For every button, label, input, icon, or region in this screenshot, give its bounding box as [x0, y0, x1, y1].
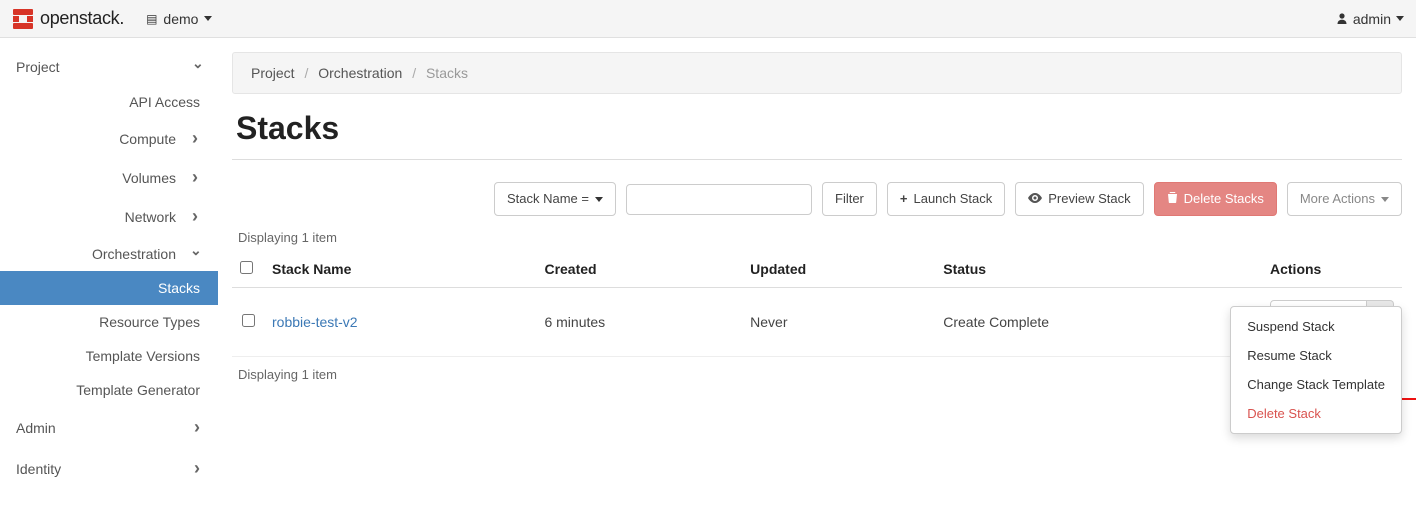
sidebar-item-stacks[interactable]: Stacks — [0, 271, 218, 305]
chevron-right-icon — [190, 167, 200, 188]
sidebar-label: Resource Types — [99, 314, 200, 330]
user-icon — [1336, 11, 1348, 27]
sidebar-label: Admin — [16, 420, 56, 436]
sidebar-item-volumes[interactable]: Volumes — [0, 158, 218, 197]
sidebar-item-resource-types[interactable]: Resource Types — [0, 305, 218, 339]
sidebar-item-network[interactable]: Network — [0, 197, 218, 236]
row-actions-dropdown-menu: Suspend Stack Resume Stack Change Stack … — [1230, 306, 1402, 434]
breadcrumb-orchestration[interactable]: Orchestration — [318, 65, 402, 81]
preview-stack-button[interactable]: Preview Stack — [1015, 182, 1143, 216]
chevron-right-icon — [192, 458, 202, 479]
more-actions-label: More Actions — [1300, 190, 1375, 208]
table-row: robbie-test-v2 6 minutes Never Create Co… — [232, 288, 1402, 357]
toolbar: Stack Name = Filter + Launch Stack Previ… — [232, 182, 1402, 216]
chevron-right-icon — [190, 128, 200, 149]
brand-logo[interactable]: openstack. — [12, 8, 124, 30]
sidebar-label: Network — [125, 209, 176, 225]
page-title: Stacks — [236, 110, 1402, 147]
cell-created: 6 minutes — [536, 288, 742, 357]
delete-stacks-button[interactable]: Delete Stacks — [1154, 182, 1277, 216]
col-actions: Actions — [1262, 251, 1402, 288]
filter-field-label: Stack Name = — [507, 190, 589, 208]
sidebar-item-template-generator[interactable]: Template Generator — [0, 373, 218, 407]
cell-updated: Never — [742, 288, 935, 357]
sidebar-label: Volumes — [122, 170, 176, 186]
sidebar-label: Template Generator — [76, 382, 200, 398]
project-switcher[interactable]: ▤ demo — [146, 11, 212, 27]
displaying-count-bottom: Displaying 1 item — [238, 367, 1402, 382]
sidebar-label: Compute — [119, 131, 176, 147]
sidebar-label: API Access — [129, 94, 200, 110]
sidebar: Project API Access Compute Volumes Netwo… — [0, 38, 218, 489]
stacks-table: Stack Name Created Updated Status Action… — [232, 251, 1402, 357]
displaying-count-top: Displaying 1 item — [238, 230, 1402, 245]
caret-down-icon — [1396, 16, 1404, 21]
sidebar-item-template-versions[interactable]: Template Versions — [0, 339, 218, 373]
breadcrumb-current: Stacks — [426, 65, 468, 81]
caret-down-icon — [595, 197, 603, 202]
sidebar-group-admin[interactable]: Admin — [0, 407, 218, 448]
breadcrumb-separator: / — [298, 65, 314, 81]
filter-field-dropdown[interactable]: Stack Name = — [494, 182, 616, 216]
sidebar-group-project[interactable]: Project — [0, 48, 218, 85]
chevron-right-icon — [192, 417, 202, 438]
project-switcher-label: demo — [163, 11, 198, 27]
chevron-right-icon — [190, 206, 200, 227]
preview-stack-label: Preview Stack — [1048, 190, 1130, 208]
dropdown-suspend-stack[interactable]: Suspend Stack — [1231, 312, 1401, 341]
col-status[interactable]: Status — [935, 251, 1262, 288]
sidebar-item-orchestration[interactable]: Orchestration — [0, 236, 218, 271]
col-updated[interactable]: Updated — [742, 251, 935, 288]
sidebar-item-api-access[interactable]: API Access — [0, 85, 218, 119]
col-created[interactable]: Created — [536, 251, 742, 288]
sidebar-label: Project — [16, 59, 60, 75]
delete-stacks-label: Delete Stacks — [1184, 190, 1264, 208]
select-all-checkbox[interactable] — [240, 261, 253, 274]
user-menu[interactable]: admin — [1336, 11, 1404, 27]
user-name: admin — [1353, 11, 1391, 27]
table-header-row: Stack Name Created Updated Status Action… — [232, 251, 1402, 288]
col-stack-name[interactable]: Stack Name — [264, 251, 536, 288]
launch-stack-label: Launch Stack — [913, 190, 992, 208]
eye-icon — [1028, 190, 1042, 208]
trash-icon — [1167, 190, 1178, 208]
chevron-down-icon — [190, 245, 200, 262]
cell-status: Create Complete — [935, 288, 1262, 357]
sidebar-group-identity[interactable]: Identity — [0, 448, 218, 489]
project-icon: ▤ — [146, 12, 157, 26]
brand-name: openstack. — [40, 8, 124, 29]
row-checkbox[interactable] — [242, 314, 255, 327]
breadcrumb-project[interactable]: Project — [251, 65, 295, 81]
divider — [232, 159, 1402, 160]
dropdown-change-stack-template[interactable]: Change Stack Template — [1231, 370, 1401, 399]
caret-down-icon — [204, 16, 212, 21]
breadcrumb-separator: / — [406, 65, 422, 81]
sidebar-label: Stacks — [158, 280, 200, 296]
more-actions-button[interactable]: More Actions — [1287, 182, 1402, 216]
dropdown-delete-stack[interactable]: Delete Stack — [1231, 399, 1401, 428]
sidebar-label: Template Versions — [86, 348, 200, 364]
plus-icon: + — [900, 190, 908, 208]
chevron-down-icon — [192, 58, 202, 75]
sidebar-label: Orchestration — [92, 246, 176, 262]
sidebar-item-compute[interactable]: Compute — [0, 119, 218, 158]
filter-button[interactable]: Filter — [822, 182, 877, 216]
sidebar-label: Identity — [16, 461, 61, 477]
dropdown-resume-stack[interactable]: Resume Stack — [1231, 341, 1401, 370]
breadcrumb: Project / Orchestration / Stacks — [232, 52, 1402, 94]
openstack-logo-icon — [12, 8, 34, 30]
stack-name-link[interactable]: robbie-test-v2 — [272, 314, 358, 330]
filter-input[interactable] — [626, 184, 812, 215]
caret-down-icon — [1381, 197, 1389, 202]
launch-stack-button[interactable]: + Launch Stack — [887, 182, 1005, 216]
